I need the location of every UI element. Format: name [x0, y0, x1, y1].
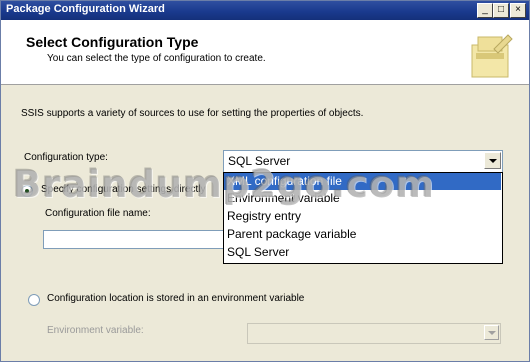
option-registry-entry[interactable]: Registry entry [224, 208, 501, 225]
intro-text: SSIS supports a variety of sources to us… [21, 108, 364, 119]
option-sql-server[interactable]: SQL Server [224, 244, 501, 261]
config-type-options-list[interactable]: XML configuration file Environment varia… [223, 172, 503, 264]
config-type-value: SQL Server [228, 154, 291, 168]
config-type-label: Configuration type: [24, 152, 108, 163]
option-parent-package-variable[interactable]: Parent package variable [224, 226, 501, 243]
radio-env-variable[interactable] [28, 294, 40, 306]
radio-specify-settings[interactable] [21, 185, 33, 197]
title-bar[interactable]: Package Configuration Wizard _ □ × [1, 1, 529, 20]
chevron-down-icon[interactable] [484, 325, 499, 340]
radio-specify-label: Specify configuration settings directly [41, 184, 206, 195]
close-button[interactable]: × [510, 3, 526, 18]
config-file-label: Configuration file name: [45, 208, 151, 219]
wizard-window: Package Configuration Wizard _ □ × Selec… [0, 0, 530, 362]
chevron-down-icon[interactable] [484, 152, 501, 169]
radio-env-label: Configuration location is stored in an e… [47, 293, 305, 304]
env-var-label: Environment variable: [47, 325, 144, 336]
option-xml-config-file[interactable]: XML configuration file [224, 173, 501, 190]
env-var-dropdown[interactable] [247, 323, 501, 344]
maximize-button[interactable]: □ [493, 3, 509, 18]
page-title: Select Configuration Type [26, 34, 199, 50]
minimize-button[interactable]: _ [477, 3, 493, 18]
package-wizard-icon [471, 34, 513, 78]
wizard-header: Select Configuration Type You can select… [1, 20, 529, 85]
window-title: Package Configuration Wizard [6, 3, 165, 15]
option-environment-variable[interactable]: Environment variable [224, 190, 501, 207]
page-subtitle: You can select the type of configuration… [47, 53, 266, 64]
config-type-dropdown[interactable]: SQL Server [223, 150, 503, 173]
